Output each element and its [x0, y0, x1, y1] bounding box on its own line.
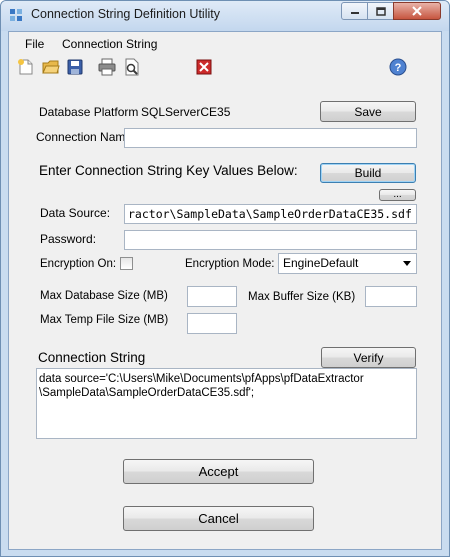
minimize-button[interactable] — [341, 2, 368, 20]
print-preview-icon[interactable] — [123, 58, 141, 76]
connection-name-input[interactable] — [124, 128, 417, 148]
max-temp-size-input[interactable] — [187, 313, 237, 334]
password-input[interactable] — [124, 230, 417, 250]
enter-key-values-label: Enter Connection String Key Values Below… — [39, 163, 298, 178]
accept-button[interactable]: Accept — [123, 459, 314, 484]
data-source-label: Data Source: — [40, 206, 111, 220]
menu-connection-string[interactable]: Connection String — [62, 37, 157, 51]
database-platform-label: Database Platform — [39, 105, 139, 119]
max-buffer-size-input[interactable] — [365, 286, 417, 307]
cancel-button[interactable]: Cancel — [123, 506, 314, 531]
minimize-icon — [350, 12, 359, 14]
close-red-icon[interactable] — [195, 58, 213, 76]
toolbar: ? — [9, 54, 441, 82]
max-db-size-input[interactable] — [187, 286, 237, 307]
print-icon[interactable] — [98, 58, 116, 76]
data-source-input[interactable]: ractor\SampleData\SampleOrderDataCE35.sd… — [124, 204, 417, 224]
maximize-button[interactable] — [367, 2, 394, 20]
encryption-on-checkbox[interactable] — [120, 257, 133, 270]
title-bar[interactable]: Connection String Definition Utility — [1, 1, 449, 31]
window-title: Connection String Definition Utility — [31, 7, 220, 21]
encryption-mode-value: EngineDefault — [283, 256, 359, 270]
save-button[interactable]: Save — [320, 101, 416, 122]
max-temp-size-label: Max Temp File Size (MB) — [40, 314, 169, 326]
app-window: Connection String Definition Utility Fil… — [0, 0, 450, 557]
close-icon — [412, 6, 422, 16]
password-label: Password: — [40, 232, 97, 246]
close-button[interactable] — [393, 2, 441, 20]
new-file-icon[interactable] — [17, 58, 35, 76]
menu-file[interactable]: File — [25, 37, 44, 51]
help-icon[interactable]: ? — [389, 58, 407, 76]
connection-string-textarea[interactable]: data source='C:\Users\Mike\Documents\pfA… — [36, 368, 417, 439]
build-button[interactable]: Build — [320, 163, 416, 183]
verify-button[interactable]: Verify — [321, 347, 416, 368]
encryption-mode-label: Encryption Mode: — [185, 258, 275, 270]
chevron-down-icon — [403, 261, 411, 266]
open-folder-icon[interactable] — [42, 58, 60, 76]
maximize-icon — [375, 6, 386, 16]
max-db-size-label: Max Database Size (MB) — [40, 290, 168, 302]
encryption-mode-select[interactable]: EngineDefault — [278, 253, 417, 274]
encryption-on-label: Encryption On: — [40, 258, 117, 270]
save-icon[interactable] — [66, 58, 84, 76]
menu-bar: File Connection String — [9, 32, 441, 54]
database-platform-value: SQLServerCE35 — [141, 105, 231, 119]
max-buffer-size-label: Max Buffer Size (KB) — [248, 291, 356, 303]
browse-button[interactable]: ... — [379, 189, 416, 201]
svg-text:?: ? — [395, 62, 402, 74]
app-icon — [10, 9, 22, 21]
connection-string-label: Connection String — [38, 350, 146, 365]
client-area: File Connection String ? Database Platfo… — [8, 31, 442, 550]
connection-name-label: Connection Name — [36, 130, 133, 144]
